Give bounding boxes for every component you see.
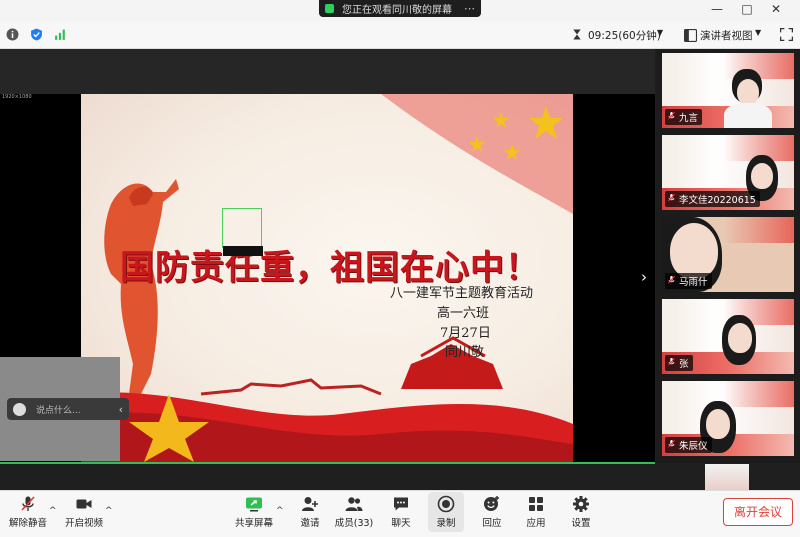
slide-subtitle: 八一建军节主题教育活动 (390, 286, 534, 301)
mute-options-caret[interactable]: ^ (49, 506, 57, 516)
mic-muted-icon (21, 496, 35, 511)
mute-button[interactable]: 解除静音 (6, 493, 50, 529)
share-screen-icon (246, 497, 262, 512)
participant-name-tag: 张 (665, 355, 693, 371)
meeting-toolbar (0, 22, 800, 49)
participant-tile[interactable]: 张 (662, 299, 794, 374)
signal-strength-icon[interactable] (54, 28, 67, 41)
participant-name-tag: 九言 (665, 109, 703, 125)
share-options-caret[interactable]: ^ (276, 506, 284, 516)
members-icon (345, 497, 363, 511)
info-icon[interactable] (6, 28, 19, 41)
mic-muted-icon (668, 112, 675, 120)
video-options-caret[interactable]: ^ (105, 506, 113, 516)
record-icon (437, 495, 455, 513)
invite-user-icon (302, 497, 318, 511)
screen-share-status-pill[interactable]: 您正在观看同川敬的屏幕 ⋯ (319, 0, 481, 17)
stage-bottom-gap (0, 464, 800, 490)
timer-icon (573, 29, 581, 40)
chat-input-placeholder: 说点什么... (36, 405, 81, 416)
more-options-icon[interactable]: ⋯ (464, 2, 475, 15)
chat-input-field[interactable]: 说点什么... ‹ (7, 398, 129, 420)
apps-grid-icon (529, 497, 543, 511)
participant-tile[interactable]: 朱辰仪 (662, 381, 794, 456)
mic-muted-icon (668, 276, 675, 284)
view-layout-icon (684, 29, 697, 42)
annotation-tooltip (223, 246, 263, 256)
share-status-text: 您正在观看同川敬的屏幕 (342, 5, 452, 16)
leave-meeting-button[interactable]: 离开会议 (723, 498, 793, 526)
participant-name-tag: 朱辰仪 (665, 437, 712, 453)
camera-icon (76, 499, 92, 509)
mic-muted-icon (668, 194, 675, 202)
video-button[interactable]: 开启视频 (62, 493, 106, 529)
participant-name-tag: 李文佳20220615 (665, 191, 760, 207)
apps-button[interactable]: 应用 (514, 493, 558, 529)
participant-name-tag: 马雨什 (665, 273, 712, 289)
gear-icon (573, 496, 589, 512)
invite-button[interactable]: 邀请 (288, 493, 332, 529)
participant-tile[interactable]: 马雨什 (662, 217, 794, 292)
reactions-button[interactable]: 回应 (470, 493, 514, 529)
share-indicator-icon (325, 4, 334, 13)
participant-tile[interactable]: 李文佳20220615 (662, 135, 794, 210)
share-screen-button[interactable]: 共享屏幕 (232, 493, 276, 529)
slide-class-name: 高一六班 (437, 306, 490, 321)
annotation-selection-box (222, 208, 262, 248)
maximize-button[interactable]: □ (739, 2, 755, 16)
timer-dropdown-icon[interactable]: ▼ (657, 28, 663, 37)
close-button[interactable]: ✕ (768, 2, 784, 16)
participant-tile-partial[interactable] (705, 464, 749, 490)
chevron-right-icon[interactable]: › (641, 268, 647, 286)
reaction-smile-icon (484, 496, 499, 511)
members-button[interactable]: 成员(33) (332, 493, 376, 529)
mic-muted-icon (668, 440, 675, 448)
slide-presenter: 同川敬 (445, 345, 485, 360)
minimize-button[interactable]: — (709, 2, 725, 16)
record-button[interactable]: 录制 (424, 493, 468, 529)
chat-bubble-icon (394, 497, 408, 511)
fullscreen-icon[interactable] (780, 28, 793, 41)
view-mode-selector[interactable]: 演讲者视图 (700, 28, 753, 43)
chevron-left-icon[interactable]: ‹ (119, 403, 123, 416)
chat-button[interactable]: 聊天 (379, 493, 423, 529)
resolution-label: 1920×1080 (2, 94, 32, 100)
mic-muted-icon (668, 358, 675, 366)
meeting-timer: 09:25(60分钟) (588, 30, 661, 42)
emoji-icon[interactable] (13, 402, 26, 416)
participant-tile[interactable]: 九言 (662, 53, 794, 128)
security-shield-icon[interactable] (30, 28, 43, 41)
slide-date: 7月27日 (440, 326, 491, 341)
settings-button[interactable]: 设置 (559, 493, 603, 529)
view-dropdown-icon[interactable]: ▼ (755, 28, 761, 37)
